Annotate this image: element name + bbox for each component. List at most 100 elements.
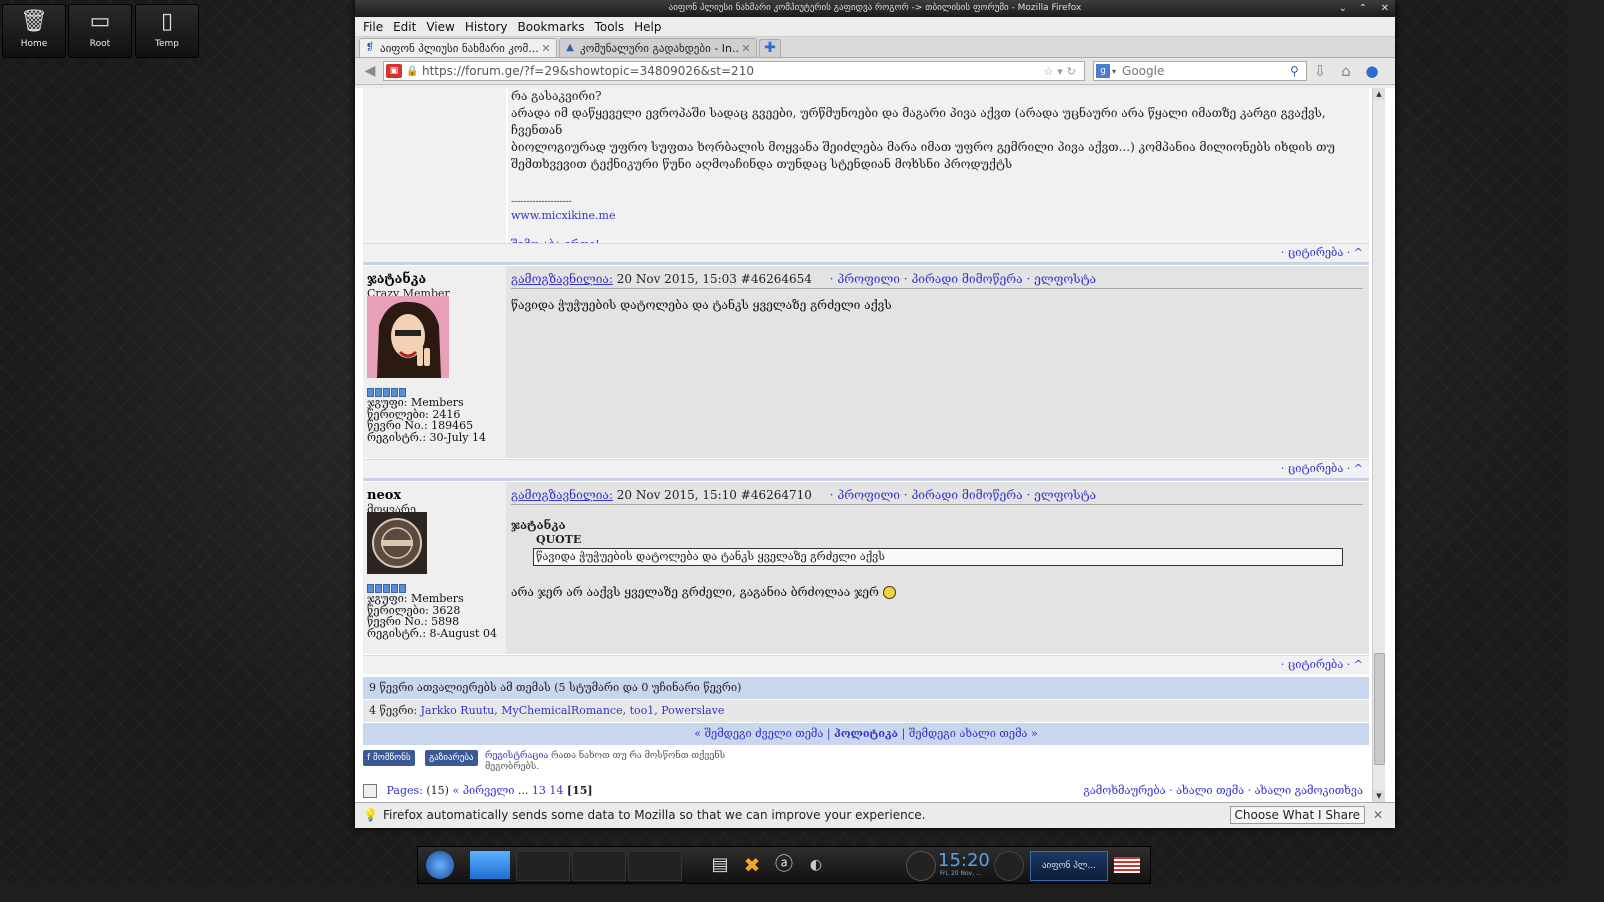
- search-bar[interactable]: g ▾ ⚲: [1093, 61, 1307, 81]
- post-author-actions[interactable]: · პროფილი · პირადი მიმოწერა · ელფოსტა: [830, 488, 1096, 502]
- facebook-like-button[interactable]: f მომწონს: [363, 750, 415, 766]
- choose-what-i-share-button[interactable]: Choose What I Share: [1229, 806, 1365, 824]
- tab-title: კომუნალური გადახდები - In...: [580, 41, 740, 55]
- maximize-icon[interactable]: ⌃: [1359, 0, 1367, 17]
- tab-close-icon[interactable]: ✕: [540, 42, 552, 55]
- prev-topic-link[interactable]: « შემდეგი ძველი თემა: [694, 727, 823, 740]
- tab-forum[interactable]: ❡ აიფონ პლიუსი ნახმარი კომ... ✕: [359, 38, 557, 57]
- menu-edit[interactable]: Edit: [391, 20, 418, 34]
- window-title: აიფონ პლიუსი ნახმარი კომპიუტერის გაფიდვა…: [668, 3, 1082, 13]
- menu-bookmarks[interactable]: Bookmarks: [516, 20, 587, 34]
- first-page-link[interactable]: « პირველი: [452, 784, 514, 797]
- post-author-actions[interactable]: · პროფილი · პირადი მიმოწერა · ელფოსტა: [830, 272, 1096, 286]
- close-icon[interactable]: ✕: [1381, 0, 1389, 17]
- avatar: [367, 296, 449, 378]
- quote-link[interactable]: · ციტირება · ^: [1281, 246, 1363, 259]
- scroll-thumb[interactable]: [1374, 653, 1385, 765]
- archive-icon[interactable]: ⓐ: [772, 851, 796, 879]
- minimize-icon[interactable]: ⌄: [1339, 0, 1347, 17]
- post-id[interactable]: #46264654: [741, 272, 812, 286]
- tab-close-icon[interactable]: ✕: [740, 42, 752, 55]
- clock[interactable]: 15:20: [938, 850, 990, 871]
- facebook-register-text: რეგისტრაცია რათა ნახოთ თუ რა მოსწონთ თქვ…: [485, 751, 725, 773]
- network-icon[interactable]: ◐: [804, 851, 828, 879]
- search-icon[interactable]: ⚲: [1290, 64, 1306, 78]
- post-username[interactable]: ჯატანკა: [367, 272, 426, 287]
- tools-icon[interactable]: ✖: [740, 851, 764, 879]
- menu-history[interactable]: History: [463, 20, 510, 34]
- workspace-2[interactable]: [516, 851, 570, 881]
- url-input[interactable]: [420, 63, 1044, 79]
- menu-view[interactable]: View: [424, 20, 456, 34]
- site-identity-icon[interactable]: ▣: [386, 64, 402, 78]
- post-line: არადა იმ დაწყეველი ევროპაში სადაც გვეები…: [511, 106, 1326, 137]
- page-viewport: რა გასაკვირი? არადა იმ დაწყეველი ევროპაშ…: [355, 88, 1395, 802]
- post-text: წავიდა ჭუჭუების დატოლება და ტანკს ყველაზ…: [511, 298, 892, 312]
- back-arrow-icon[interactable]: ◀: [359, 61, 381, 81]
- desktop-icon-home[interactable]: 🗑 Home: [2, 4, 66, 58]
- bookmark-star-icon[interactable]: ☆: [1043, 65, 1057, 78]
- signature-link[interactable]: www.micxikine.me: [511, 207, 1356, 224]
- page-13-link[interactable]: 13: [532, 784, 546, 797]
- workspace-1[interactable]: [470, 851, 510, 879]
- section-link[interactable]: პოლიტიკა: [834, 727, 898, 740]
- post-username[interactable]: neox: [367, 488, 401, 503]
- facebook-register-link[interactable]: რეგისტრაცია: [485, 751, 548, 761]
- downloads-icon[interactable]: ⇩: [1307, 62, 1333, 80]
- tab-title: აიფონ პლიუსი ნახმარი კომ...: [380, 41, 539, 55]
- url-bar-actions[interactable]: ☆▾↻: [1043, 65, 1080, 78]
- scroll-down-icon[interactable]: ▼: [1373, 790, 1385, 802]
- scroll-up-icon[interactable]: ▲: [1373, 88, 1385, 100]
- posted-link[interactable]: გამოგზავნილია:: [511, 272, 613, 286]
- menu-file[interactable]: File: [361, 20, 385, 34]
- post-id[interactable]: #46264710: [741, 488, 812, 502]
- us-flag-icon[interactable]: [1114, 857, 1140, 873]
- facebook-register-desc: რათა ნახოთ თუ რა მოსწონთ თქვენს: [551, 751, 726, 761]
- utilities-favicon-icon: ▲: [566, 42, 574, 53]
- next-topic-link[interactable]: შემდეგი ახალი თემა »: [909, 727, 1038, 740]
- topic-actions[interactable]: გამოხმაურება · ახალი თემა · ახალი გამოკი…: [1083, 782, 1363, 800]
- volume-icon[interactable]: [994, 851, 1024, 881]
- sync-icon[interactable]: ●: [1359, 62, 1385, 80]
- google-search-engine-icon[interactable]: g: [1096, 64, 1110, 78]
- pages-icon: [363, 784, 377, 798]
- url-bar[interactable]: ▣ 🔒 ☆▾↻: [383, 61, 1085, 81]
- quote-link[interactable]: · ციტირება · ^: [1281, 462, 1363, 475]
- notification-close-icon[interactable]: ✕: [1373, 808, 1389, 822]
- page-scrollbar[interactable]: ▲ ▼: [1372, 88, 1385, 802]
- desktop-icon-temp[interactable]: ▯ Temp: [135, 4, 199, 58]
- workspace-3[interactable]: [572, 851, 626, 881]
- trash-icon: 🗑: [20, 9, 48, 34]
- post-action-bar: · ციტირება · ^: [363, 459, 1369, 478]
- quote-author: ჯატანკა: [511, 518, 566, 532]
- search-engine-dropdown-icon[interactable]: ▾: [1112, 67, 1116, 76]
- online-members-list[interactable]: Jarkko Ruutu, MyChemicalRomance, too1, P…: [421, 704, 725, 717]
- post-header: გამოგზავნილია: 20 Nov 2015, 15:10 #46264…: [511, 488, 1363, 505]
- workspace-4[interactable]: [628, 851, 682, 881]
- dropdown-arrow-icon[interactable]: ▾: [1057, 65, 1067, 78]
- home-icon[interactable]: ⌂: [1333, 62, 1359, 80]
- menu-help[interactable]: Help: [632, 20, 663, 34]
- facebook-share-button[interactable]: გაზიარება: [425, 750, 478, 766]
- quote-link[interactable]: · ციტირება · ^: [1281, 658, 1363, 671]
- taskbar-window-firefox[interactable]: აიფონ პლ...: [1030, 851, 1108, 881]
- user-stats: ჯგუფი: Members წერილები: 3628 წევრი No.:…: [367, 593, 497, 639]
- start-menu-icon[interactable]: [426, 851, 454, 879]
- search-input[interactable]: [1120, 63, 1290, 79]
- post-line: რა გასაკვირი?: [511, 89, 602, 103]
- window-titlebar[interactable]: აიფონ პლიუსი ნახმარი კომპიუტერის გაფიდვა…: [355, 0, 1395, 17]
- desktop-icon-label: Root: [89, 39, 111, 49]
- page-14-link[interactable]: 14: [549, 784, 563, 797]
- menu-tools[interactable]: Tools: [593, 20, 627, 34]
- new-tab-button[interactable]: ✚: [759, 39, 781, 57]
- forum-page: რა გასაკვირი? არადა იმ დაწყეველი ევროპაშ…: [363, 88, 1369, 802]
- terminal-icon[interactable]: ▤: [708, 851, 732, 879]
- post-separator: [363, 478, 1369, 481]
- post-content: გამოგზავნილია: 20 Nov 2015, 15:03 #46264…: [511, 266, 1363, 458]
- posted-link[interactable]: გამოგზავნილია:: [511, 488, 613, 502]
- post-date: 20 Nov 2015, 15:03: [616, 272, 737, 286]
- tab-utilities[interactable]: ▲ კომუნალური გადახდები - In... ✕: [559, 38, 757, 57]
- desktop-icon-root[interactable]: ▭ Root: [68, 4, 132, 58]
- reload-icon[interactable]: ↻: [1067, 65, 1080, 78]
- clock-date: Fri, 20 Nov, ...: [940, 870, 982, 877]
